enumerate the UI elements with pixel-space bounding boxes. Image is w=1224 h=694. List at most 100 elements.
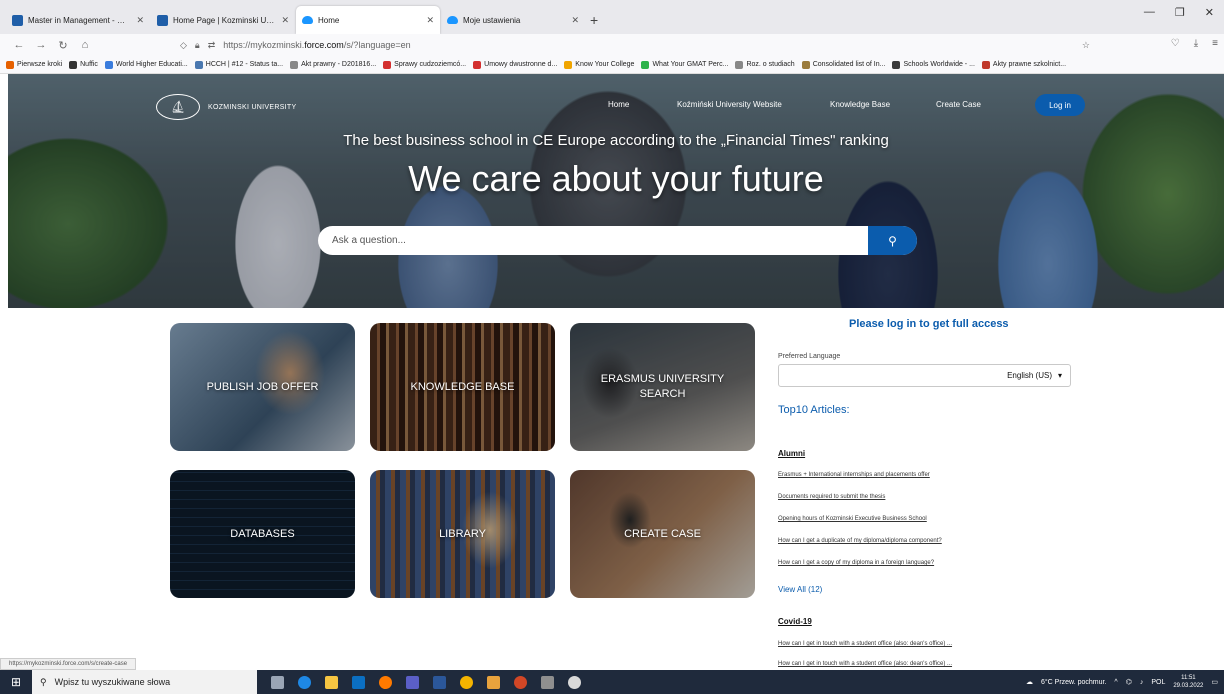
teams-icon[interactable] bbox=[406, 675, 419, 689]
file-explorer-icon[interactable] bbox=[325, 675, 338, 689]
login-button[interactable]: Log in bbox=[1035, 94, 1085, 116]
search-input[interactable] bbox=[318, 226, 868, 255]
bookmark-favicon-icon bbox=[641, 60, 650, 69]
university-logo[interactable]: ⛵︎ KOZMINSKI UNIVERSITY bbox=[156, 94, 296, 120]
new-tab-button[interactable]: + bbox=[586, 12, 608, 34]
tile-publish-job-offer[interactable]: PUBLISH JOB OFFER bbox=[170, 323, 355, 451]
article-link[interactable]: How can I get in touch with a student of… bbox=[778, 641, 952, 647]
bookmark-item[interactable]: Roz. o studiach bbox=[735, 60, 795, 69]
bookmark-star-icon[interactable]: ☆ bbox=[1082, 40, 1090, 51]
tile-databases[interactable]: DATABASES bbox=[170, 470, 355, 598]
back-icon[interactable]: ← bbox=[8, 39, 30, 51]
chrome-icon[interactable] bbox=[460, 675, 473, 689]
bookmark-favicon-icon bbox=[69, 60, 78, 69]
word-icon[interactable] bbox=[433, 675, 446, 689]
section-title-alumni[interactable]: Alumni bbox=[778, 449, 805, 458]
bookmark-item[interactable]: HCCH | #12 - Status ta... bbox=[194, 60, 283, 69]
close-tab-icon[interactable]: ✕ bbox=[136, 15, 144, 26]
bookmark-item[interactable]: Akty prawne szkolnict... bbox=[981, 60, 1067, 69]
powerpoint-icon[interactable] bbox=[514, 675, 527, 689]
forward-icon[interactable]: → bbox=[30, 39, 52, 51]
close-tab-icon[interactable]: ✕ bbox=[281, 15, 289, 26]
tile-knowledge-base[interactable]: KNOWLEDGE BASE bbox=[370, 323, 555, 451]
bookmark-item[interactable]: Schools Worldwide - ... bbox=[892, 60, 975, 69]
bookmark-item[interactable]: What Your GMAT Perc... bbox=[641, 60, 728, 69]
minimize-icon[interactable]: — bbox=[1144, 6, 1155, 19]
bookmark-item[interactable]: World Higher Educati... bbox=[104, 60, 188, 69]
menu-icon[interactable]: ≡ bbox=[1212, 38, 1218, 49]
tab-master-in-management[interactable]: Master in Management - Maste ✕ bbox=[6, 6, 150, 34]
tab-home[interactable]: Home ✕ bbox=[296, 6, 440, 34]
restore-icon[interactable]: ❐ bbox=[1175, 6, 1185, 19]
article-link[interactable]: Opening hours of Kozminski Executive Bus… bbox=[778, 516, 927, 522]
language-select[interactable]: English (US) ▾ bbox=[778, 364, 1071, 387]
close-tab-icon[interactable]: ✕ bbox=[571, 15, 579, 26]
bookmark-item[interactable]: Nuffic bbox=[69, 60, 98, 69]
bookmark-label: Akty prawne szkolnict... bbox=[992, 61, 1067, 68]
search-button[interactable]: ⚲ bbox=[868, 226, 917, 255]
shield-icon[interactable]: ◇ bbox=[180, 40, 187, 51]
tile-erasmus-university-search[interactable]: ERASMUS UNIVERSITY SEARCH bbox=[570, 323, 755, 451]
lock-icon[interactable]: 🔒︎ bbox=[195, 40, 200, 51]
tile-library[interactable]: LIBRARY bbox=[370, 470, 555, 598]
article-link[interactable]: How can I get a copy of my diploma in a … bbox=[778, 560, 934, 566]
close-tab-icon[interactable]: ✕ bbox=[426, 15, 434, 26]
nav-home[interactable]: Home bbox=[608, 100, 629, 109]
bookmark-item[interactable]: Consolidated list of In... bbox=[801, 60, 885, 69]
tile-label: LIBRARY bbox=[439, 527, 486, 540]
address-bar[interactable]: ◇ 🔒︎ ⇄ https://mykozminski.force.com/s/?… bbox=[180, 37, 1090, 53]
language-indicator[interactable]: POL bbox=[1151, 679, 1165, 686]
bookmark-favicon-icon bbox=[735, 60, 744, 69]
bookmark-favicon-icon bbox=[473, 60, 482, 69]
notifications-icon[interactable]: ▭ bbox=[1211, 678, 1218, 686]
salesforce-cloud-icon bbox=[447, 16, 458, 24]
article-link[interactable]: How can I get in touch with a student of… bbox=[778, 661, 952, 667]
tray-chevron-icon[interactable]: ^ bbox=[1114, 679, 1117, 686]
app-icon[interactable] bbox=[487, 675, 500, 689]
url-domain: force.com bbox=[304, 40, 344, 50]
weather-cloud-icon[interactable]: ☁ bbox=[1026, 678, 1033, 686]
settings-gear-icon[interactable] bbox=[568, 675, 581, 689]
bookmark-label: Sprawy cudzoziemcó... bbox=[394, 61, 467, 68]
bookmark-item[interactable]: Akt prawny - D201816... bbox=[290, 60, 376, 69]
tab-moje-ustawienia[interactable]: Moje ustawienia ✕ bbox=[441, 6, 585, 34]
nav-university-website[interactable]: Koźmiński University Website bbox=[677, 100, 782, 109]
bookmark-label: Know Your College bbox=[575, 61, 635, 68]
taskbar-search[interactable]: ⚲ Wpisz tu wyszukiwane słowa bbox=[32, 670, 257, 694]
pocket-icon[interactable]: ♡ bbox=[1171, 38, 1180, 49]
bookmark-item[interactable]: Know Your College bbox=[564, 60, 635, 69]
app-icon[interactable] bbox=[541, 675, 554, 689]
view-all-link[interactable]: View All (12) bbox=[778, 585, 822, 594]
brand-name: KOZMINSKI UNIVERSITY bbox=[208, 103, 297, 111]
task-view-icon[interactable] bbox=[271, 675, 284, 689]
tile-create-case[interactable]: CREATE CASE bbox=[570, 470, 755, 598]
bookmark-item[interactable]: Sprawy cudzoziemcó... bbox=[383, 60, 467, 69]
bookmark-label: Schools Worldwide - ... bbox=[903, 61, 975, 68]
edge-icon[interactable] bbox=[298, 675, 311, 689]
article-link[interactable]: Erasmus + International internships and … bbox=[778, 472, 930, 478]
nav-create-case[interactable]: Create Case bbox=[936, 100, 981, 109]
login-prompt[interactable]: Please log in to get full access bbox=[849, 318, 1009, 330]
hero-banner: ⛵︎ KOZMINSKI UNIVERSITY Home Koźmiński U… bbox=[8, 74, 1224, 308]
article-link[interactable]: How can I get a duplicate of my diploma/… bbox=[778, 538, 942, 544]
home-icon[interactable]: ⌂ bbox=[74, 39, 96, 51]
bookmark-favicon-icon bbox=[383, 60, 392, 69]
url-suffix: /s/?language=en bbox=[343, 40, 411, 50]
downloads-icon[interactable]: ⤓ bbox=[1194, 38, 1198, 49]
weather-text[interactable]: 6°C Przew. pochmur. bbox=[1041, 679, 1106, 686]
volume-icon[interactable]: ♪ bbox=[1140, 679, 1144, 686]
section-title-covid-19[interactable]: Covid-19 bbox=[778, 617, 812, 626]
outlook-icon[interactable] bbox=[352, 675, 365, 689]
windows-start-icon[interactable]: ⊞ bbox=[0, 670, 32, 694]
permissions-icon[interactable]: ⇄ bbox=[208, 40, 216, 51]
network-icon[interactable]: ⌬ bbox=[1126, 678, 1132, 686]
clock[interactable]: 11:51 29.03.2022 bbox=[1173, 674, 1203, 690]
bookmark-item[interactable]: Umowy dwustronne d... bbox=[473, 60, 557, 69]
article-link[interactable]: Documents required to submit the thesis bbox=[778, 494, 885, 500]
nav-knowledge-base[interactable]: Knowledge Base bbox=[830, 100, 890, 109]
bookmark-item[interactable]: Pierwsze kroki bbox=[6, 60, 62, 69]
reload-icon[interactable]: ↻ bbox=[52, 39, 74, 52]
firefox-icon[interactable] bbox=[379, 675, 392, 689]
close-window-icon[interactable]: ✕ bbox=[1205, 6, 1214, 19]
tab-home-page-kozminski[interactable]: Home Page | Kozminski Univer ✕ bbox=[151, 6, 295, 34]
